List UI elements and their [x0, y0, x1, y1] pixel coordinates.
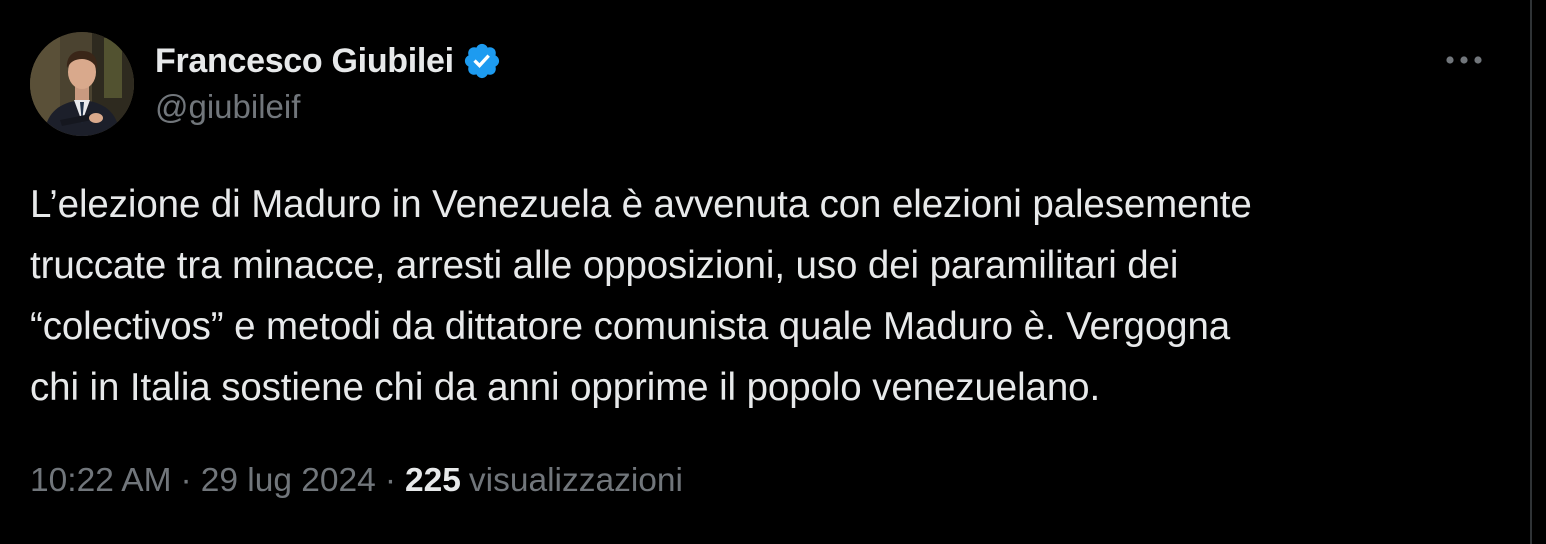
meta-separator: · — [384, 462, 396, 499]
author-display-name[interactable]: Francesco Giubilei — [155, 42, 454, 81]
tweet-text: L’elezione di Maduro in Venezuela è avve… — [30, 183, 1252, 409]
more-options-button[interactable] — [1436, 38, 1492, 82]
author-avatar[interactable] — [30, 32, 134, 136]
author-handle[interactable]: @giubileif — [155, 88, 300, 126]
more-horizontal-icon — [1446, 56, 1482, 64]
tweet-date[interactable]: 29 lug 2024 — [201, 462, 376, 500]
views-count: 225 — [404, 462, 461, 499]
meta-separator: · — [180, 462, 192, 499]
avatar-photo-icon — [30, 32, 134, 136]
tweet-card: Francesco Giubilei @giubileif L’elezione… — [0, 0, 1530, 544]
views-label: visualizzazioni — [468, 462, 683, 499]
tweet-time[interactable]: 10:22 AM — [30, 462, 172, 500]
column-divider — [1530, 0, 1532, 544]
tweet-meta: 10:22 AM · 29 lug 2024 · 225 visualizzaz… — [30, 462, 683, 500]
verified-badge-icon[interactable] — [462, 41, 502, 81]
author-name-row: Francesco Giubilei — [155, 36, 502, 86]
